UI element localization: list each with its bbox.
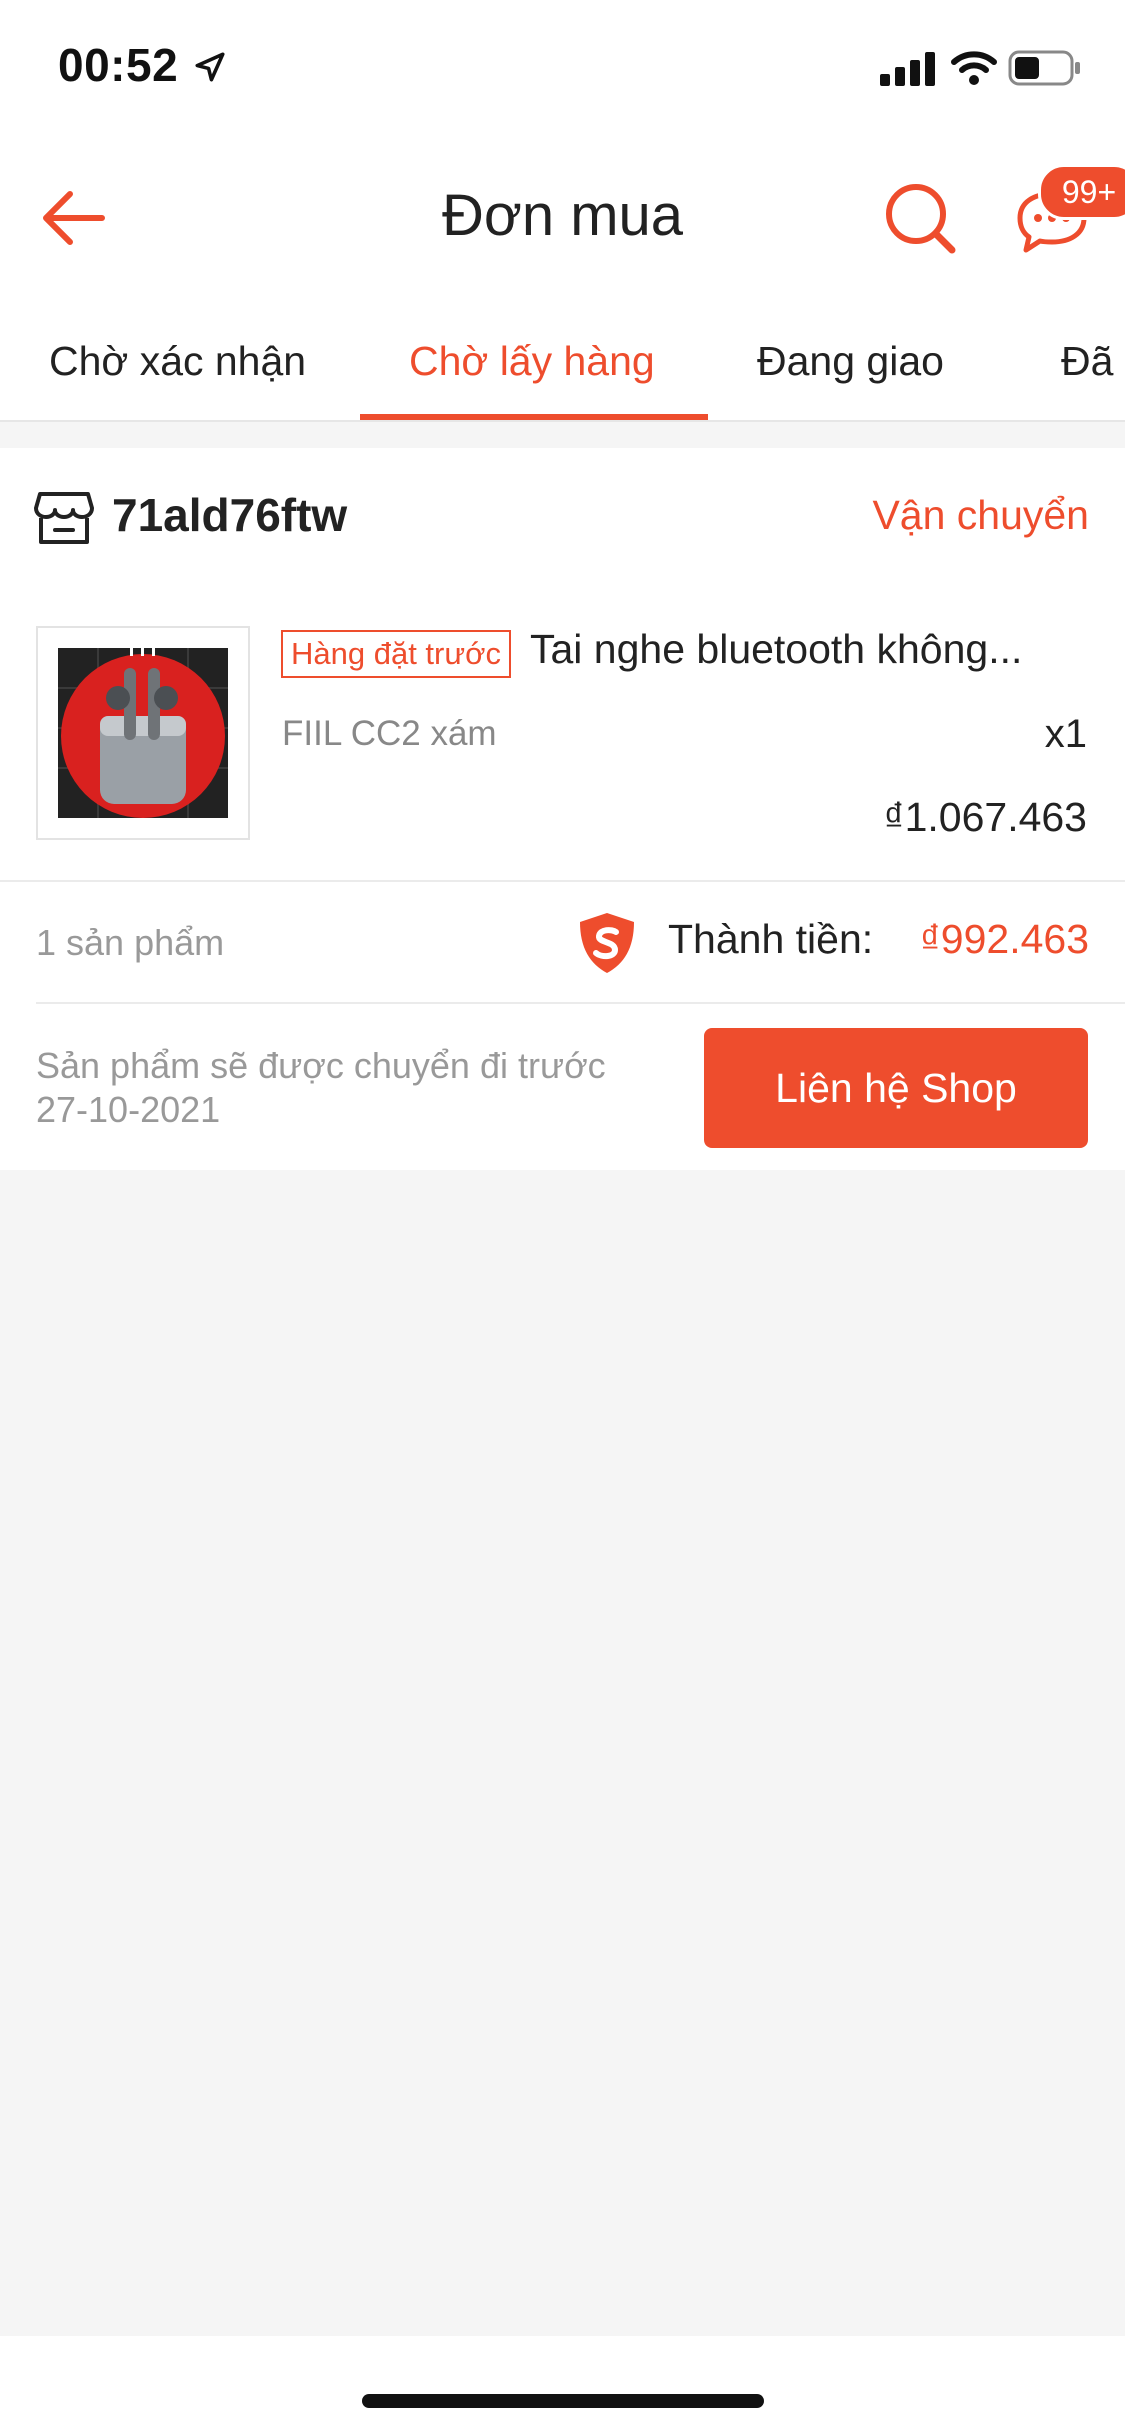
total-value: ₫992.463 bbox=[919, 916, 1089, 962]
search-icon[interactable] bbox=[880, 178, 960, 258]
location-arrow-icon bbox=[195, 52, 225, 82]
product-thumbnail[interactable] bbox=[36, 626, 250, 840]
home-indicator[interactable] bbox=[362, 2394, 764, 2408]
shipping-note: Sản phẩm sẽ được chuyển đi trước 27-10-2… bbox=[36, 1045, 606, 1130]
bottom-safe-area bbox=[0, 2336, 1125, 2436]
order-screen: 00:52 Đơn mua 99+ Chờ xác nhận Chờ lấy h… bbox=[0, 0, 1125, 2436]
tab-awaiting-pickup[interactable]: Chờ lấy hàng bbox=[409, 338, 655, 385]
product-title[interactable]: Tai nghe bluetooth không... bbox=[530, 626, 1090, 673]
status-time: 00:52 bbox=[58, 39, 179, 91]
tab-delivered[interactable]: Đã bbox=[1061, 338, 1113, 385]
tab-shipping[interactable]: Đang giao bbox=[757, 338, 944, 385]
shop-icon bbox=[34, 492, 94, 544]
earbuds-product-image bbox=[38, 628, 248, 838]
order-status-tabs: Chờ xác nhận Chờ lấy hàng Đang giao Đã bbox=[0, 318, 1125, 420]
total-label: Thành tiền: bbox=[668, 916, 874, 962]
preorder-tag: Hàng đặt trước bbox=[281, 630, 511, 678]
divider bbox=[36, 1002, 1125, 1004]
battery-icon bbox=[1008, 50, 1080, 86]
product-variant: FIIL CC2 xám bbox=[282, 714, 497, 753]
cellular-signal-icon bbox=[880, 52, 935, 86]
chat-unread-badge: 99+ bbox=[1038, 164, 1125, 220]
tab-awaiting-confirmation[interactable]: Chờ xác nhận bbox=[49, 338, 306, 385]
product-price: ₫1.067.463 bbox=[883, 794, 1087, 840]
contact-shop-button[interactable]: Liên hệ Shop bbox=[704, 1028, 1088, 1148]
order-card[interactable]: 71ald76ftw Vận chuyển Hàng đặt trước Tai… bbox=[0, 448, 1125, 1170]
top-area: 00:52 Đơn mua 99+ Chờ xác nhận Chờ lấy h… bbox=[0, 0, 1125, 420]
shop-name[interactable]: 71ald76ftw bbox=[112, 488, 347, 542]
item-count: 1 sản phẩm bbox=[36, 922, 225, 963]
tabs-divider bbox=[0, 420, 1125, 422]
divider bbox=[0, 880, 1125, 882]
shopee-guarantee-shield-icon bbox=[580, 913, 634, 973]
shipping-status: Vận chuyển bbox=[872, 492, 1089, 538]
product-quantity: x1 bbox=[1044, 712, 1087, 756]
wifi-icon bbox=[951, 51, 997, 85]
